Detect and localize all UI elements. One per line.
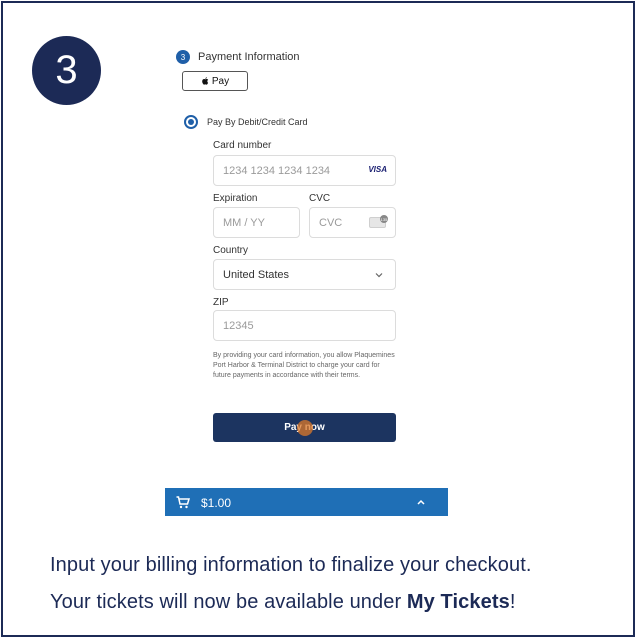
zip-placeholder: 12345 (223, 319, 254, 332)
cart-icon (176, 496, 190, 509)
section-number: 3 (176, 50, 190, 64)
section-header: 3 Payment Information (176, 50, 300, 64)
step-number-badge: 3 (32, 36, 101, 105)
caption-line-1: Input your billing information to finali… (50, 554, 532, 576)
apple-icon (202, 77, 209, 85)
cvc-placeholder: CVC (319, 216, 343, 229)
country-value: United States (223, 268, 290, 281)
tap-indicator (297, 420, 313, 436)
card-payment-label: Pay By Debit/Credit Card (207, 117, 308, 127)
cvc-card-icon: 135 (369, 215, 388, 228)
cvc-icon-text: 135 (380, 215, 388, 223)
cart-total: $1.00 (201, 496, 232, 510)
card-payment-radio[interactable] (184, 115, 198, 129)
visa-icon: VISA (368, 165, 387, 174)
cvc-input[interactable]: CVC 135 (309, 207, 396, 238)
expiration-placeholder: MM / YY (223, 216, 265, 229)
expiration-label: Expiration (213, 193, 258, 204)
my-tickets-emphasis: My Tickets (406, 591, 510, 613)
country-select[interactable]: United States (213, 259, 396, 290)
section-title: Payment Information (198, 51, 300, 63)
cart-summary-bar[interactable]: $1.00 (165, 488, 448, 516)
country-label: Country (213, 245, 249, 256)
expiration-input[interactable]: MM / YY (213, 207, 300, 238)
apple-pay-button[interactable]: Pay (182, 71, 248, 91)
caption-line-2: Your tickets will now be available under… (50, 591, 630, 614)
card-payment-option[interactable]: Pay By Debit/Credit Card (184, 115, 308, 129)
card-number-placeholder: 1234 1234 1234 1234 (223, 164, 331, 177)
caption-line-2-prefix: Your tickets will now be available under (50, 591, 407, 613)
chevron-down-icon (375, 273, 383, 278)
caption-line-2-suffix: ! (509, 591, 516, 613)
card-number-input[interactable]: 1234 1234 1234 1234 VISA (213, 155, 396, 186)
chevron-up-icon[interactable] (417, 499, 425, 505)
step-number: 3 (55, 48, 78, 92)
apple-pay-label: Pay (211, 75, 230, 87)
card-number-label: Card number (213, 140, 272, 151)
zip-input[interactable]: 12345 (213, 310, 396, 341)
zip-label: ZIP (213, 297, 229, 308)
cvc-label: CVC (309, 193, 331, 204)
authorization-disclaimer: By providing your card information, you … (213, 352, 395, 379)
